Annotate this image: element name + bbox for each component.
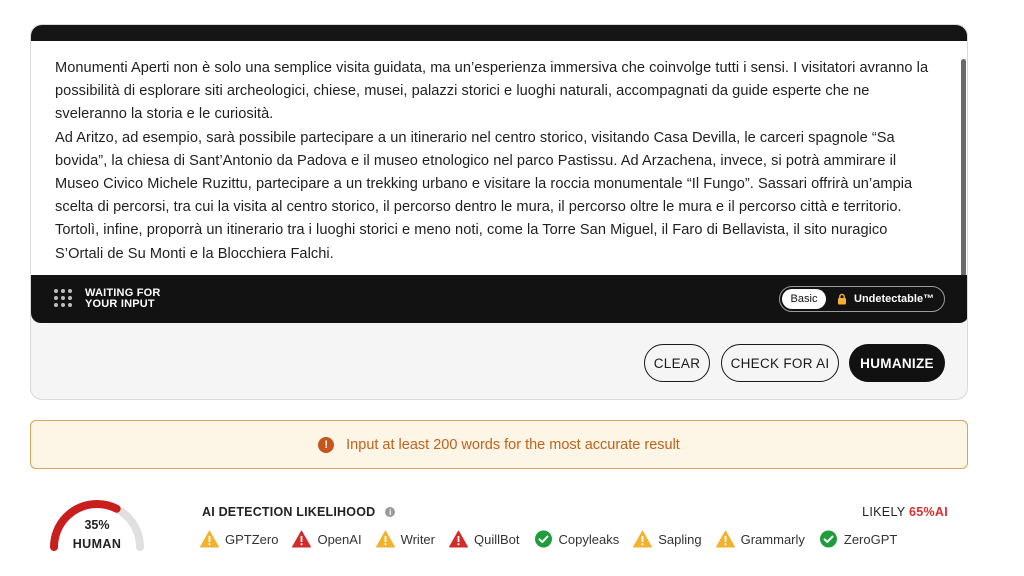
check-for-ai-button[interactable]: CHECK FOR AI xyxy=(721,344,839,382)
detector-gptzero: GPTZero xyxy=(200,529,278,549)
input-paragraph-2: Ad Aritzo, ad esempio, sarà possibile pa… xyxy=(55,129,913,262)
detector-writer: Writer xyxy=(375,529,435,549)
detector-label: Writer xyxy=(400,531,435,547)
detector-label: OpenAI xyxy=(317,531,362,547)
human-label: HUMAN xyxy=(72,537,122,551)
warning-triangle-icon xyxy=(200,530,219,548)
word-count-alert: ! Input at least 200 words for the most … xyxy=(30,420,968,469)
mode-toggle[interactable]: Basic Undetectable™ xyxy=(779,286,945,312)
detector-zerogpt: ZeroGPT xyxy=(819,529,897,549)
mode-undetectable-option[interactable]: Undetectable™ xyxy=(836,287,934,311)
loading-dots-icon xyxy=(54,289,74,309)
mode-basic-option[interactable]: Basic xyxy=(782,289,826,309)
info-icon[interactable]: i xyxy=(385,507,396,517)
lock-icon xyxy=(838,293,846,305)
detector-grammarly: Grammarly xyxy=(715,529,805,549)
alert-icon: ! xyxy=(318,436,335,453)
ai-detection-title: AI DETECTION LIKELIHOOD i xyxy=(202,505,396,519)
detector-label: GPTZero xyxy=(225,531,279,547)
error-triangle-icon xyxy=(292,530,312,548)
editor-top-bar xyxy=(31,25,967,41)
editor-card: Monumenti Aperti non è solo una semplice… xyxy=(30,24,968,400)
mode-undetectable-label: Undetectable™ xyxy=(854,293,935,305)
input-paragraph-1: Monumenti Aperti non è solo una semplice… xyxy=(55,60,929,123)
detector-quillbot: QuillBot xyxy=(449,529,520,549)
error-triangle-icon xyxy=(449,530,468,548)
detector-copyleaks: Copyleaks xyxy=(534,529,620,549)
text-input-area[interactable]: Monumenti Aperti non è solo una semplice… xyxy=(31,41,967,309)
likely-prefix: LIKELY xyxy=(862,505,906,519)
likely-ai-percent: 65%AI xyxy=(908,505,948,519)
clear-button[interactable]: CLEAR xyxy=(644,344,710,382)
status-line-2: YOUR INPUT xyxy=(85,298,155,310)
check-circle-icon xyxy=(534,530,552,548)
warning-triangle-icon xyxy=(633,530,653,548)
detector-sapling: Sapling xyxy=(633,529,702,549)
status-bar: WAITING FOR YOUR INPUT Basic Undetectabl… xyxy=(31,275,967,323)
detector-list: GPTZero OpenAI Writer QuillBot Copyleaks Sapl… xyxy=(200,529,911,549)
status-text: WAITING FOR YOUR INPUT xyxy=(85,288,161,310)
human-percent: 35% xyxy=(84,518,110,532)
ai-detection-title-text: AI DETECTION LIKELIHOOD xyxy=(202,505,376,519)
alert-text: Input at least 200 words for the most ac… xyxy=(346,436,680,453)
warning-triangle-icon xyxy=(715,530,735,548)
check-circle-icon xyxy=(819,530,837,548)
detector-openai: OpenAI xyxy=(292,529,362,549)
scrollbar[interactable] xyxy=(961,59,966,309)
detector-label: ZeroGPT xyxy=(843,531,898,547)
warning-triangle-icon xyxy=(375,530,395,548)
detector-label: QuillBot xyxy=(474,531,520,547)
detector-label: Sapling xyxy=(658,531,702,547)
likely-ai-summary: LIKELY 65%AI xyxy=(862,505,948,519)
detector-label: Copyleaks xyxy=(558,531,620,547)
humanize-button[interactable]: HUMANIZE xyxy=(849,344,945,382)
detector-label: Grammarly xyxy=(740,531,805,547)
